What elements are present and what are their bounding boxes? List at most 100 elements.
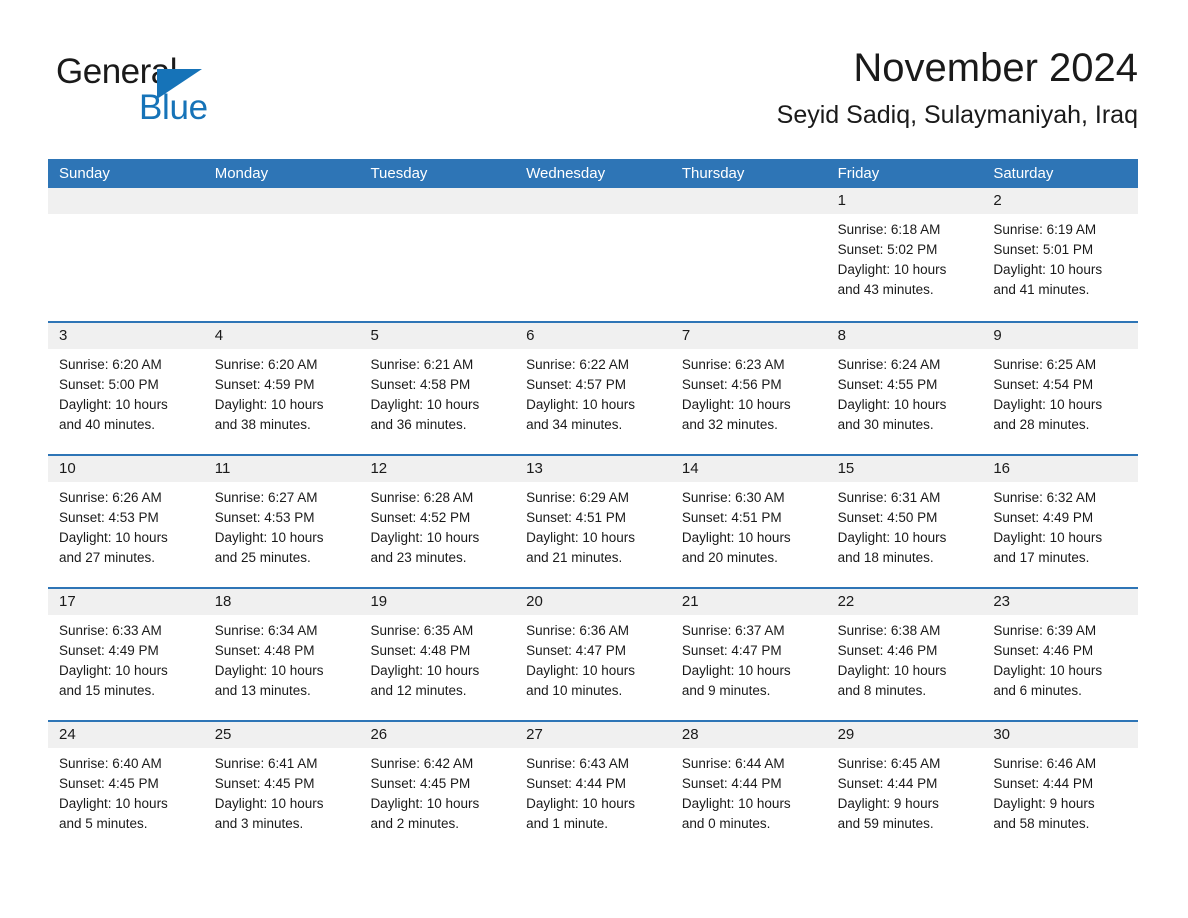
weekday-header-thursday: Thursday: [681, 165, 745, 182]
calendar-day-cell[interactable]: 3 Sunrise: 6:20 AM Sunset: 5:00 PM Daylight…: [48, 323, 204, 454]
day-number: 20: [515, 589, 671, 615]
daylight-text-line2: and 6 minutes.: [993, 683, 1082, 698]
calendar-day-cell[interactable]: 27 Sunrise: 6:43 AM Sunset: 4:44 PM Dayligh…: [515, 722, 671, 853]
daylight-text-line2: and 23 minutes.: [370, 550, 467, 565]
day-details: Sunrise: 6:40 AM Sunset: 4:45 PM Daylight:…: [48, 748, 204, 834]
daylight-text-line1: Daylight: 10 hours: [837, 663, 947, 678]
sunrise-text: Sunrise: 6:30 AM: [681, 490, 785, 505]
daylight-text-line1: Daylight: 10 hours: [681, 796, 791, 811]
calendar-day-cell[interactable]: 8 Sunrise: 6:24 AM Sunset: 4:55 PM Daylight…: [826, 323, 983, 454]
calendar-day-cell[interactable]: 23 Sunrise: 6:39 AM Sunset: 4:46 PM Dayligh…: [982, 589, 1139, 720]
sunrise-text: Sunrise: 6:18 AM: [837, 222, 941, 237]
day-number: 28: [670, 722, 827, 748]
day-details: Sunrise: 6:43 AM Sunset: 4:44 PM Daylight:…: [515, 748, 671, 834]
day-details: Sunrise: 6:30 AM Sunset: 4:51 PM Daylight:…: [671, 482, 827, 568]
sunrise-text: Sunrise: 6:20 AM: [214, 357, 318, 372]
calendar-day-cell[interactable]: 16 Sunrise: 6:32 AM Sunset: 4:49 PM Dayligh…: [982, 456, 1139, 587]
calendar-day-cell[interactable]: 9 Sunrise: 6:25 AM Sunset: 4:54 PM Daylight…: [982, 323, 1139, 454]
calendar-day-cell[interactable]: 20 Sunrise: 6:36 AM Sunset: 4:47 PM Dayligh…: [515, 589, 671, 720]
daylight-text-line2: and 8 minutes.: [837, 683, 927, 698]
daylight-text-line2: and 21 minutes.: [526, 550, 623, 565]
sunset-text: Sunset: 5:00 PM: [59, 377, 159, 392]
day-details: Sunrise: 6:20 AM Sunset: 4:59 PM Daylight:…: [204, 349, 360, 435]
calendar-day-cell[interactable]: 1 Sunrise: 6:18 AM Sunset: 5:02 PM Daylight…: [826, 188, 983, 321]
calendar-day-cell-empty: [203, 188, 360, 321]
day-details: Sunrise: 6:42 AM Sunset: 4:45 PM Daylight:…: [359, 748, 515, 834]
calendar-day-cell[interactable]: 24 Sunrise: 6:40 AM Sunset: 4:45 PM Dayligh…: [48, 722, 204, 853]
day-number: [203, 188, 360, 214]
day-number: 30: [982, 722, 1139, 748]
calendar-day-cell[interactable]: 19 Sunrise: 6:35 AM Sunset: 4:48 PM Dayligh…: [359, 589, 516, 720]
calendar-day-cell[interactable]: 10 Sunrise: 6:26 AM Sunset: 4:53 PM Dayligh…: [48, 456, 204, 587]
daylight-text-line1: Daylight: 10 hours: [993, 530, 1103, 545]
calendar-day-cell-empty: [48, 188, 204, 321]
sunrise-text: Sunrise: 6:43 AM: [526, 756, 629, 771]
daylight-text-line2: and 25 minutes.: [214, 550, 311, 565]
sunrise-text: Sunrise: 6:19 AM: [993, 222, 1097, 237]
calendar-day-cell[interactable]: 7 Sunrise: 6:23 AM Sunset: 4:56 PM Daylight…: [670, 323, 827, 454]
daylight-text-line2: and 32 minutes.: [681, 417, 778, 432]
calendar-week-row: 3 Sunrise: 6:20 AM Sunset: 5:00 PM Daylight…: [48, 321, 1139, 454]
day-details: Sunrise: 6:34 AM Sunset: 4:48 PM Daylight:…: [204, 615, 360, 701]
day-number: 6: [515, 323, 671, 349]
calendar-day-cell[interactable]: 29 Sunrise: 6:45 AM Sunset: 4:44 PM Dayligh…: [826, 722, 983, 853]
day-details: Sunrise: 6:24 AM Sunset: 4:55 PM Daylight:…: [827, 349, 983, 435]
calendar-day-cell[interactable]: 22 Sunrise: 6:38 AM Sunset: 4:46 PM Dayligh…: [826, 589, 983, 720]
daylight-text-line1: Daylight: 10 hours: [681, 530, 791, 545]
calendar-day-cell[interactable]: 17 Sunrise: 6:33 AM Sunset: 4:49 PM Dayligh…: [48, 589, 204, 720]
weekday-header-wednesday: Wednesday: [526, 165, 606, 182]
calendar-day-cell[interactable]: 5 Sunrise: 6:21 AM Sunset: 4:58 PM Daylight…: [359, 323, 516, 454]
weekday-header-monday: Monday: [214, 165, 269, 182]
calendar-day-cell[interactable]: 25 Sunrise: 6:41 AM Sunset: 4:45 PM Dayligh…: [203, 722, 360, 853]
daylight-text-line2: and 10 minutes.: [526, 683, 623, 698]
sunset-text: Sunset: 4:48 PM: [370, 643, 471, 658]
daylight-text-line2: and 13 minutes.: [214, 683, 311, 698]
daylight-text-line1: Daylight: 9 hours: [837, 796, 939, 811]
sunrise-text: Sunrise: 6:22 AM: [526, 357, 629, 372]
calendar-day-cell[interactable]: 18 Sunrise: 6:34 AM Sunset: 4:48 PM Dayligh…: [203, 589, 360, 720]
day-number: 16: [982, 456, 1139, 482]
calendar-day-cell[interactable]: 14 Sunrise: 6:30 AM Sunset: 4:51 PM Dayligh…: [670, 456, 827, 587]
sunrise-text: Sunrise: 6:39 AM: [993, 623, 1097, 638]
calendar-day-cell[interactable]: 2 Sunrise: 6:19 AM Sunset: 5:01 PM Daylight…: [982, 188, 1139, 321]
calendar-day-cell[interactable]: 6 Sunrise: 6:22 AM Sunset: 4:57 PM Daylight…: [515, 323, 671, 454]
calendar-day-cell[interactable]: 11 Sunrise: 6:27 AM Sunset: 4:53 PM Dayligh…: [203, 456, 360, 587]
daylight-text-line1: Daylight: 10 hours: [370, 397, 480, 412]
calendar-day-cell[interactable]: 13 Sunrise: 6:29 AM Sunset: 4:51 PM Dayligh…: [515, 456, 671, 587]
day-number: 1: [826, 188, 983, 214]
daylight-text-line2: and 12 minutes.: [370, 683, 467, 698]
sunrise-text: Sunrise: 6:21 AM: [370, 357, 474, 372]
calendar-day-cell[interactable]: 21 Sunrise: 6:37 AM Sunset: 4:47 PM Dayligh…: [670, 589, 827, 720]
calendar-day-cell[interactable]: 28 Sunrise: 6:44 AM Sunset: 4:44 PM Dayligh…: [670, 722, 827, 853]
calendar-day-cell[interactable]: 12 Sunrise: 6:28 AM Sunset: 4:52 PM Dayligh…: [359, 456, 516, 587]
day-details: Sunrise: 6:21 AM Sunset: 4:58 PM Daylight:…: [359, 349, 515, 435]
day-number: 7: [670, 323, 827, 349]
daylight-text-line1: Daylight: 10 hours: [526, 796, 635, 811]
sunrise-text: Sunrise: 6:31 AM: [837, 490, 941, 505]
sunrise-text: Sunrise: 6:45 AM: [837, 756, 941, 771]
day-number: 21: [670, 589, 827, 615]
calendar-day-cell[interactable]: 4 Sunrise: 6:20 AM Sunset: 4:59 PM Daylight…: [203, 323, 360, 454]
calendar-day-cell[interactable]: 26 Sunrise: 6:42 AM Sunset: 4:45 PM Dayligh…: [359, 722, 516, 853]
daylight-text-line1: Daylight: 9 hours: [993, 796, 1095, 811]
calendar-day-cell-empty: [515, 188, 671, 321]
sunrise-text: Sunrise: 6:24 AM: [837, 357, 941, 372]
sunrise-text: Sunrise: 6:41 AM: [214, 756, 318, 771]
sunset-text: Sunset: 4:58 PM: [370, 377, 471, 392]
daylight-text-line1: Daylight: 10 hours: [59, 796, 168, 811]
sunrise-text: Sunrise: 6:38 AM: [837, 623, 941, 638]
sunset-text: Sunset: 4:45 PM: [214, 776, 315, 791]
day-details: Sunrise: 6:44 AM Sunset: 4:44 PM Daylight:…: [671, 748, 827, 834]
calendar-day-cell[interactable]: 15 Sunrise: 6:31 AM Sunset: 4:50 PM Dayligh…: [826, 456, 983, 587]
calendar-day-cell[interactable]: 30 Sunrise: 6:46 AM Sunset: 4:44 PM Dayligh…: [982, 722, 1139, 853]
day-details: Sunrise: 6:26 AM Sunset: 4:53 PM Daylight:…: [48, 482, 204, 568]
calendar-week-row: 17 Sunrise: 6:33 AM Sunset: 4:49 PM Dayligh…: [48, 587, 1139, 720]
day-number: 10: [48, 456, 204, 482]
sunset-text: Sunset: 4:46 PM: [837, 643, 938, 658]
daylight-text-line2: and 36 minutes.: [370, 417, 467, 432]
sunset-text: Sunset: 4:51 PM: [681, 510, 782, 525]
calendar-week-row: 10 Sunrise: 6:26 AM Sunset: 4:53 PM Dayligh…: [48, 454, 1139, 587]
sunrise-text: Sunrise: 6:28 AM: [370, 490, 474, 505]
day-details: Sunrise: 6:46 AM Sunset: 4:44 PM Daylight:…: [982, 748, 1138, 834]
calendar-day-cell-empty: [359, 188, 516, 321]
